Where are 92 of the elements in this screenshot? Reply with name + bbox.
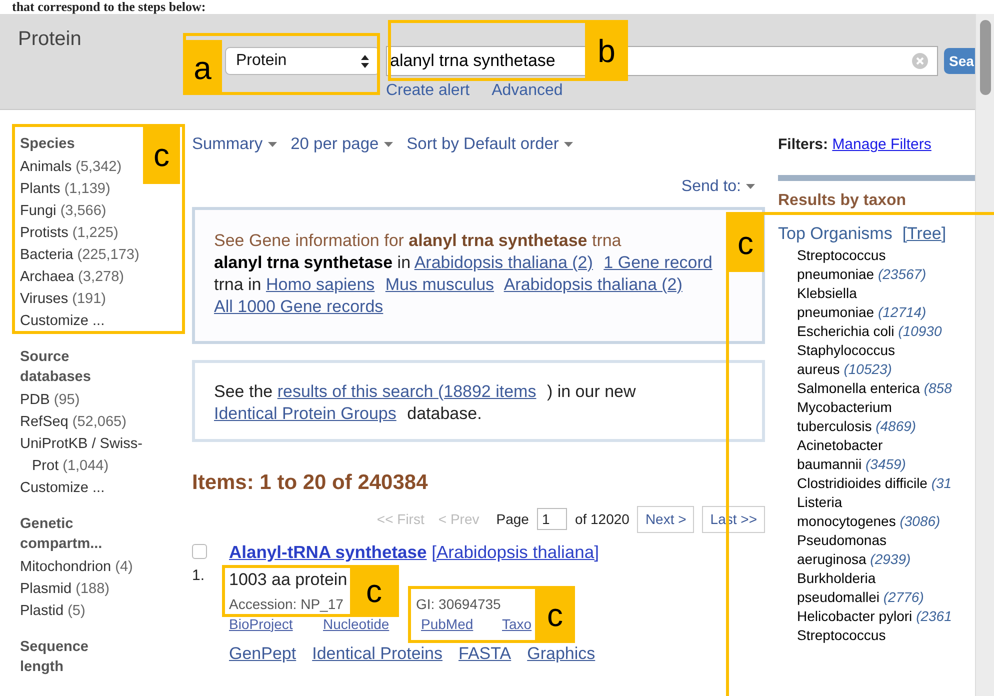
caption-text: that correspond to the steps below: — [12, 0, 206, 14]
organism-entry[interactable]: Acinetobacter baumannii (3459) — [797, 436, 975, 474]
filter-link[interactable]: UniProtKB / Swiss-Prot (1,044) — [20, 433, 162, 477]
scrollbar[interactable] — [975, 14, 994, 696]
annotation-label: c — [535, 586, 575, 643]
gi-text: GI: 30694735 — [416, 594, 501, 613]
organism-entry[interactable]: Burkholderia pseudomallei (2776) — [797, 569, 975, 607]
result-link[interactable]: PubMed — [421, 616, 474, 632]
search-button[interactable]: Sea — [944, 48, 975, 74]
annotation-label: b — [585, 20, 628, 81]
organism-entry[interactable]: Streptococcus pneumoniae (23567) — [797, 246, 975, 284]
organism-entry[interactable]: Clostridioides difficile (31 — [797, 474, 952, 493]
page-total: of 12020 — [574, 510, 630, 529]
filter-link[interactable]: Viruses (191) — [20, 288, 106, 310]
filter-link[interactable]: Mitochondrion (4) — [20, 556, 133, 578]
filter-link[interactable]: Archaea (3,278) — [20, 266, 124, 288]
updown-icon — [361, 54, 369, 68]
organism-entry[interactable]: Escherichia coli (10930 — [797, 322, 942, 341]
result-description: 1003 aa protein — [229, 568, 348, 591]
link[interactable]: results of this search (18892 items — [277, 382, 536, 401]
caret-icon — [384, 142, 393, 148]
link[interactable]: Arabidopsis thaliana (2) — [414, 252, 593, 272]
gene-info-text: alanyl trna synthetase in Arabidopsis thaliana (2) 1 Gene record trna in Homo sapiens Mus musculus Arabidopsis thaliana (2) All 1000 Gene records — [214, 252, 714, 318]
filter-link[interactable]: Customize ... — [20, 477, 105, 499]
caret-icon — [564, 142, 573, 148]
organism-entry[interactable]: Mycobacterium tuberculosis (4869) — [797, 398, 975, 436]
result-link[interactable]: BioProject — [229, 616, 293, 632]
result-link[interactable]: Graphics — [527, 642, 596, 665]
organism-entry[interactable]: Helicobacter pylori (2361 — [797, 607, 952, 626]
display-menu[interactable]: 20 per page — [290, 132, 393, 157]
link[interactable]: All 1000 Gene records — [214, 296, 384, 316]
link[interactable]: Homo sapiens — [266, 274, 375, 294]
taxon-title: Results by taxon — [778, 190, 908, 210]
result-link[interactable]: GenPept — [229, 642, 296, 665]
filter-link[interactable]: Animals (5,342) — [20, 156, 122, 178]
caret-icon — [268, 142, 277, 148]
accession-text: Accession: NP_17 — [229, 596, 344, 612]
filter-link[interactable]: Plants (1,139) — [20, 178, 110, 200]
filter-group-title: Species — [20, 135, 76, 154]
filter-group-title: Sequence length — [20, 638, 90, 677]
page-label: Page — [496, 510, 529, 529]
filter-link[interactable]: Fungi (3,566) — [20, 200, 106, 222]
display-menu[interactable]: Sort by Default order — [406, 132, 573, 157]
filter-link[interactable]: Bacteria (225,173) — [20, 244, 140, 266]
filter-group-title: Source databases — [20, 348, 92, 387]
top-organisms-title: Top Organisms — [778, 224, 892, 242]
annotation-label: c — [350, 565, 398, 617]
annotation-label: c — [143, 126, 180, 184]
results-heading: Items: 1 to 20 of 240384 — [192, 470, 429, 496]
filter-group-title: Genetic compartm... — [20, 515, 104, 554]
caret-icon — [746, 184, 755, 190]
result-link[interactable]: FASTA — [458, 642, 512, 665]
header-link[interactable]: Advanced — [492, 79, 563, 103]
link[interactable]: Arabidopsis thaliana (2) — [504, 274, 682, 294]
organism-entry[interactable]: Staphylococcus aureus (10523) — [797, 341, 975, 379]
gene-info-heading: See Gene information for alanyl trna synthetase trna — [214, 230, 622, 252]
filter-link[interactable]: PDB (95) — [20, 389, 80, 411]
display-menu[interactable]: Summary — [192, 132, 277, 157]
organism-entry[interactable]: Klebsiella pneumoniae (12714) — [797, 284, 975, 322]
scrollbar-thumb[interactable] — [980, 20, 990, 95]
header-link[interactable]: Create alert — [386, 79, 470, 103]
organism-entry[interactable]: Salmonella enterica (858 — [797, 379, 952, 398]
organism-entry[interactable]: Pseudomonas aeruginosa (2939) — [797, 531, 975, 569]
filter-link[interactable]: RefSeq (52,065) — [20, 411, 126, 433]
filter-link[interactable]: Plasmid (188) — [20, 578, 110, 600]
organism-entry[interactable]: Listeria monocytogenes (3086) — [797, 493, 975, 531]
result-link[interactable]: Nucleotide — [323, 616, 390, 632]
manage-filters-link[interactable]: Manage Filters — [832, 136, 932, 153]
database-select[interactable]: Protein — [225, 47, 380, 75]
filter-link[interactable]: Customize ... — [20, 310, 105, 332]
annotation-label: a — [183, 40, 222, 95]
result-checkbox[interactable] — [192, 544, 207, 559]
page-field[interactable]: 1 — [536, 508, 567, 530]
result-organism[interactable]: [Arabidopsis thaliana] — [432, 542, 599, 562]
tree-link[interactable]: [Tree] — [902, 224, 946, 242]
link[interactable]: Identical Protein Groups — [214, 404, 396, 423]
filter-link[interactable]: Plastid (5) — [20, 600, 86, 622]
send-to-menu[interactable]: Send to: — [681, 174, 755, 199]
result-number: 1. — [192, 566, 206, 586]
pager-button[interactable]: Next > — [637, 506, 694, 533]
link[interactable]: 1 Gene record — [604, 252, 712, 272]
organism-entry[interactable]: Streptococcus — [797, 626, 886, 645]
clear-icon[interactable] — [912, 53, 928, 69]
result-link[interactable]: Taxo — [502, 616, 532, 632]
filter-link[interactable]: Protists (1,225) — [20, 222, 118, 244]
result-title[interactable]: Alanyl-tRNA synthetase — [229, 542, 427, 562]
database-title: Protein — [18, 27, 82, 52]
link[interactable]: Mus musculus — [385, 274, 494, 294]
filters-label: Filters: — [778, 136, 828, 153]
identical-protein-text: See the results of this search (18892 items ) in our new Identical Protein Groups database. — [214, 380, 637, 425]
result-link[interactable]: Identical Proteins — [312, 642, 443, 665]
annotation-label: c — [727, 214, 764, 272]
